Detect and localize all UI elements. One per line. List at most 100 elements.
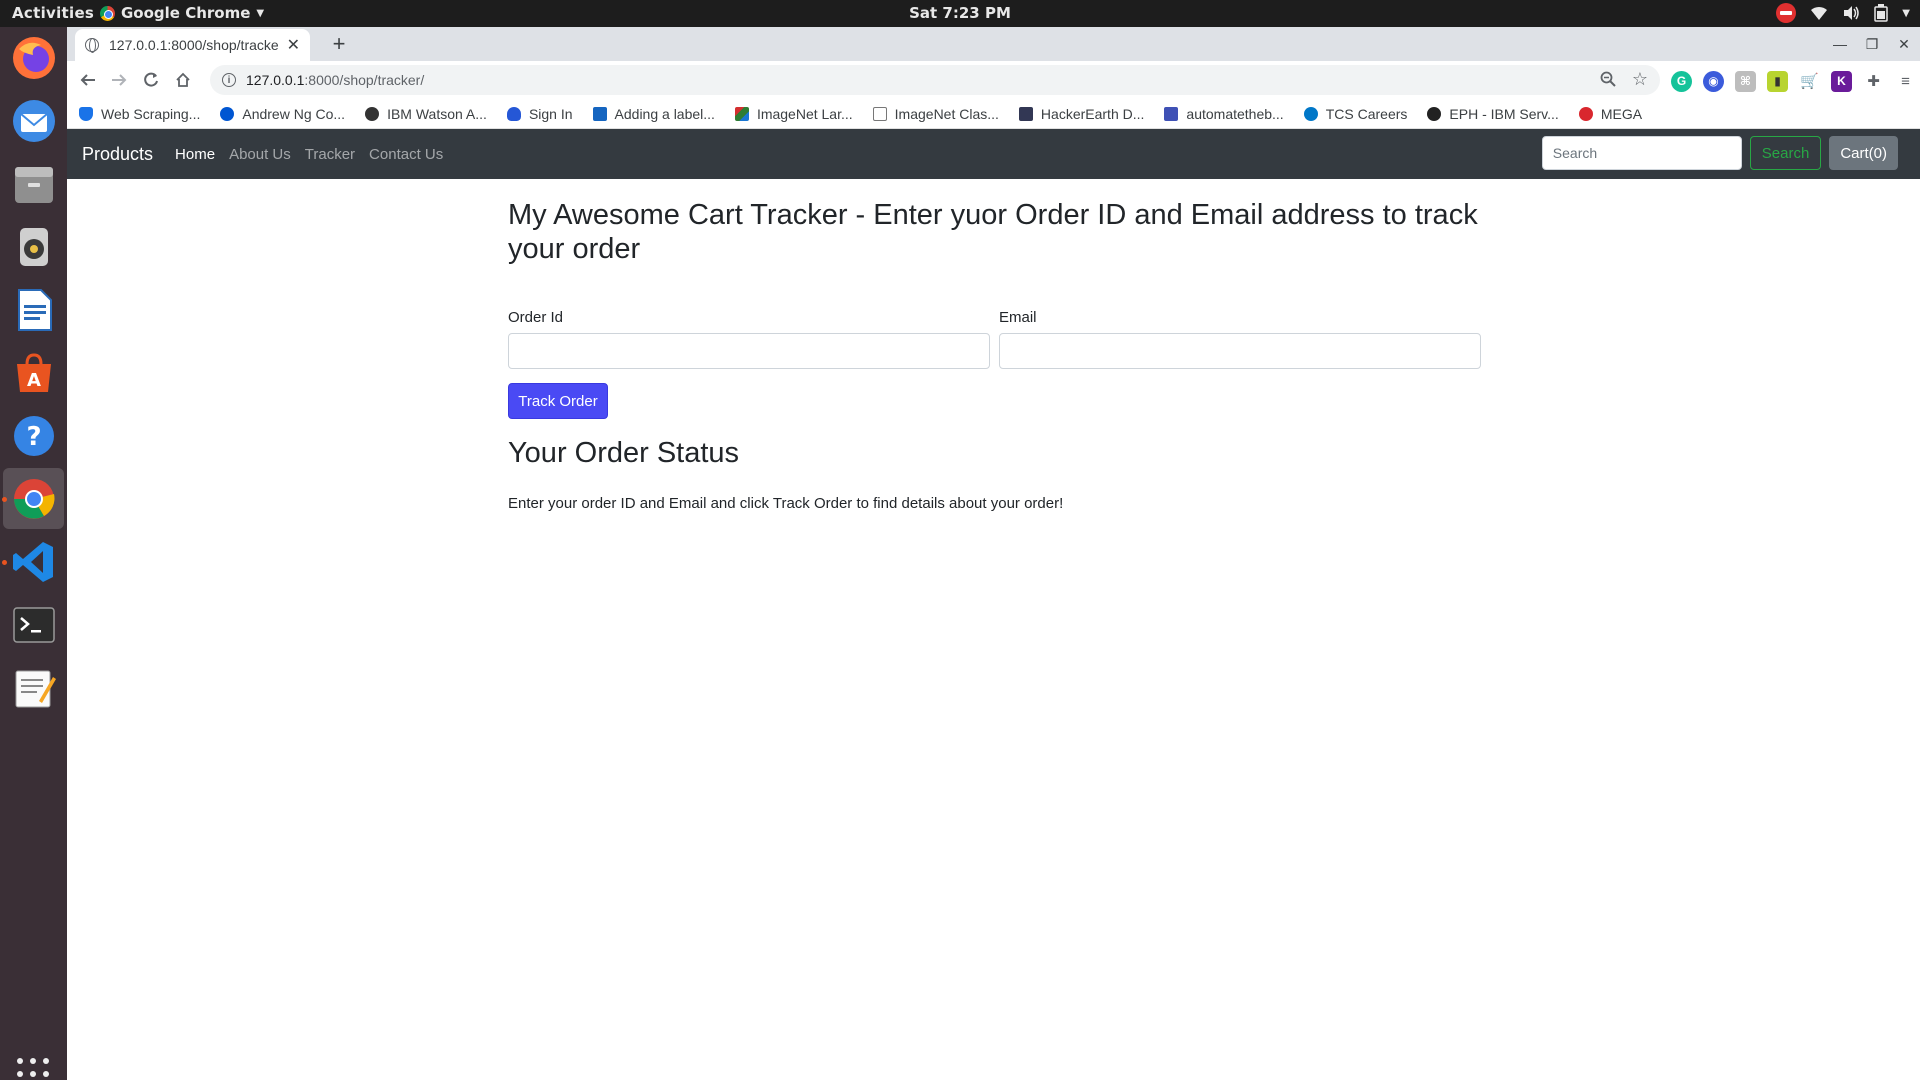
browser-tab[interactable]: 127.0.0.1:8000/shop/tracker/ ✕ <box>75 29 310 61</box>
dock-writer[interactable] <box>3 279 64 340</box>
dock-text-editor[interactable] <box>3 657 64 718</box>
show-applications-icon[interactable] <box>17 1058 49 1080</box>
extension-k-icon[interactable]: K <box>1831 70 1852 92</box>
bookmark-item[interactable]: EPH - IBM Serv... <box>1427 106 1559 122</box>
hackerearth-icon <box>1018 106 1033 121</box>
wifi-icon[interactable] <box>1810 5 1828 21</box>
dock-vscode[interactable] <box>3 531 64 592</box>
site-search-input[interactable] <box>1541 136 1742 170</box>
bookmark-item[interactable]: Adding a label... <box>592 106 715 122</box>
dock-thunderbird[interactable] <box>3 90 64 151</box>
home-button[interactable] <box>169 66 197 94</box>
dock-firefox[interactable] <box>3 27 64 88</box>
svg-text:?: ? <box>26 422 41 452</box>
dock-terminal[interactable] <box>3 594 64 655</box>
bookmark-item[interactable]: ImageNet Lar... <box>734 106 853 122</box>
help-icon: ? <box>13 415 54 456</box>
dock-rhythmbox[interactable] <box>3 216 64 277</box>
home-icon <box>176 72 190 87</box>
cart-button[interactable]: Cart(0) <box>1829 136 1898 170</box>
navbar-brand[interactable]: Products <box>82 144 153 165</box>
nav-link-contact[interactable]: Contact Us <box>369 146 443 163</box>
activities-button[interactable]: Activities <box>12 4 94 22</box>
globe-icon <box>85 38 99 53</box>
rhythmbox-icon <box>19 227 48 266</box>
bookmark-item[interactable]: automatetheb... <box>1164 106 1284 122</box>
libreoffice-writer-icon <box>17 288 52 331</box>
navbar-actions: Search Cart(0) <box>1541 136 1898 170</box>
files-icon <box>14 166 53 203</box>
app-menu[interactable]: Google Chrome ▼ <box>100 4 264 22</box>
email-label: Email <box>999 309 1037 326</box>
tata-icon <box>1303 106 1318 121</box>
extension-gray-icon[interactable]: ⌘ <box>1735 70 1756 92</box>
dock-files[interactable] <box>3 153 64 214</box>
zoom-icon[interactable] <box>1600 71 1616 90</box>
address-bar[interactable]: i 127.0.0.1:8000/shop/tracker/ ☆ <box>210 65 1660 95</box>
close-tab-icon[interactable]: ✕ <box>287 35 300 55</box>
lightbulb-icon <box>506 106 521 121</box>
close-window-icon[interactable]: ✕ <box>1888 27 1920 61</box>
order-id-input[interactable] <box>508 333 990 369</box>
back-button[interactable] <box>74 66 102 94</box>
extension-chart-icon[interactable]: ▮ <box>1767 70 1788 92</box>
window-controls: — ❐ ✕ <box>1824 27 1920 61</box>
running-indicator <box>2 497 7 502</box>
bookmark-item[interactable]: HackerEarth D... <box>1018 106 1144 122</box>
bookmark-item[interactable]: Web Scraping... <box>79 106 200 122</box>
dock: A ? <box>0 27 67 1080</box>
nav-link-home[interactable]: Home <box>175 146 215 163</box>
site-navbar: Products Home About Us Tracker Contact U… <box>67 129 1920 179</box>
reload-button[interactable] <box>137 66 165 94</box>
nav-link-about[interactable]: About Us <box>229 146 291 163</box>
text-editor-icon <box>15 670 56 707</box>
extension-blue-icon[interactable]: ◉ <box>1703 70 1724 92</box>
email-input[interactable] <box>999 333 1481 369</box>
site-info-icon[interactable]: i <box>222 73 236 87</box>
volume-icon[interactable] <box>1842 5 1860 21</box>
bookmark-item[interactable]: ImageNet Clas... <box>872 106 999 122</box>
firefox-icon <box>12 36 55 79</box>
extensions-area: G ◉ ⌘ ▮ 🛒 K ✚ ≡ ⋮ <box>1671 70 1920 92</box>
url-path: :8000/shop/tracker/ <box>304 72 425 88</box>
bookmark-star-icon[interactable]: ☆ <box>1632 69 1648 90</box>
forward-button[interactable] <box>105 66 133 94</box>
bookmark-item[interactable]: Andrew Ng Co... <box>220 106 345 122</box>
app-menu-label: Google Chrome <box>121 4 251 22</box>
battery-icon[interactable] <box>1874 4 1889 22</box>
browser-toolbar: i 127.0.0.1:8000/shop/tracker/ ☆ G ◉ ⌘ ▮… <box>67 61 1920 99</box>
vscode-icon <box>12 541 53 582</box>
restore-icon[interactable]: ❐ <box>1856 27 1888 61</box>
arrow-right-icon <box>112 74 127 86</box>
page-title: My Awesome Cart Tracker - Enter yuor Ord… <box>508 199 1478 265</box>
puzzle-extensions-icon[interactable]: ✚ <box>1863 71 1884 92</box>
system-tray[interactable]: ▼ <box>1776 3 1910 23</box>
no-entry-icon[interactable] <box>1776 3 1797 23</box>
system-menu-chevron-icon[interactable]: ▼ <box>1902 8 1910 19</box>
dock-help[interactable]: ? <box>3 405 64 466</box>
clock[interactable]: Sat 7:23 PM <box>0 4 1920 22</box>
web-page: Products Home About Us Tracker Contact U… <box>67 129 1920 1080</box>
dock-chrome[interactable] <box>3 468 64 529</box>
new-tab-button[interactable]: + <box>325 31 353 57</box>
reload-icon <box>144 72 158 87</box>
bookmark-item[interactable]: IBM Watson A... <box>365 106 487 122</box>
cart-extension-icon[interactable]: 🛒 <box>1799 71 1820 92</box>
site-search-button[interactable]: Search <box>1749 136 1822 170</box>
dock-software[interactable]: A <box>3 342 64 403</box>
order-status-message: Enter your order ID and Email and click … <box>508 495 1064 512</box>
bookmark-item[interactable]: MEGA <box>1578 106 1642 122</box>
nav-link-tracker[interactable]: Tracker <box>305 146 355 163</box>
media-queue-icon[interactable]: ≡ <box>1895 71 1916 92</box>
bookmark-item[interactable]: Sign In <box>506 106 573 122</box>
chevron-down-icon: ▼ <box>256 7 265 19</box>
minimize-icon[interactable]: — <box>1824 27 1856 61</box>
ibm-watson-icon <box>365 106 380 121</box>
chrome-mini-icon <box>100 5 115 21</box>
tab-strip: 127.0.0.1:8000/shop/tracker/ ✕ + — ❐ ✕ <box>67 27 1920 61</box>
bookmark-item[interactable]: TCS Careers <box>1303 106 1407 122</box>
grammarly-icon[interactable]: G <box>1671 70 1692 92</box>
track-order-button[interactable]: Track Order <box>508 383 608 419</box>
imagenet-icon <box>734 106 749 121</box>
terminal-icon <box>12 606 55 643</box>
